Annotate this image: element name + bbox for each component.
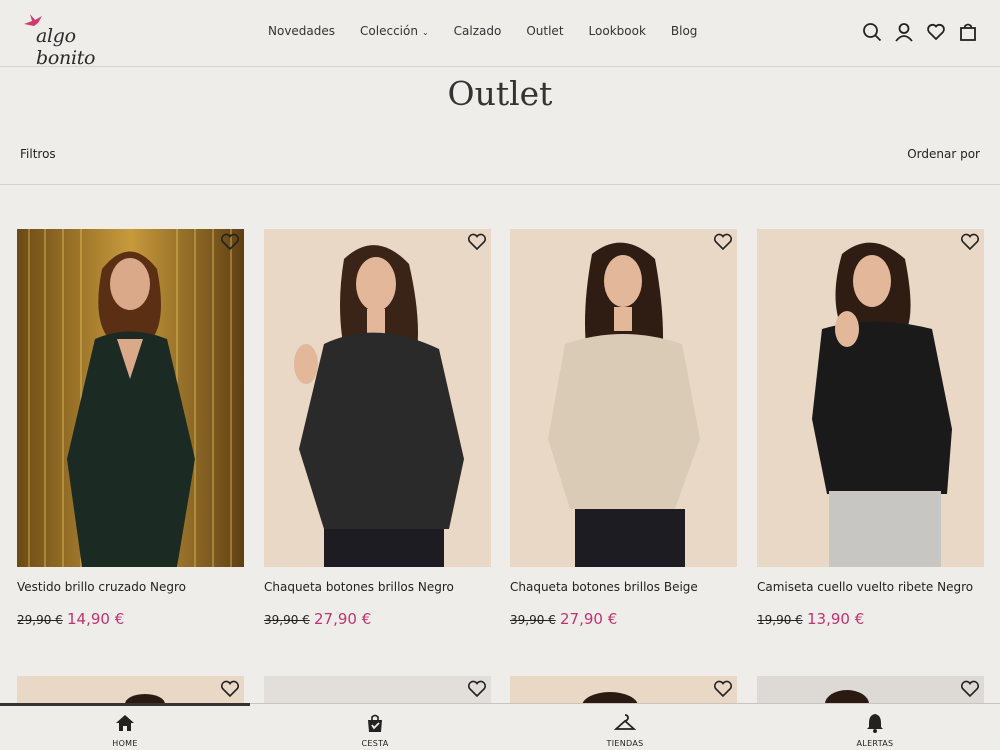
nav-item-lookbook[interactable]: Lookbook — [589, 24, 646, 38]
brand-name: algo bonito — [36, 25, 96, 69]
original-price: 29,90 € — [17, 613, 63, 627]
product-image[interactable] — [17, 229, 244, 567]
bottom-nav-home[interactable]: HOME — [65, 712, 185, 748]
product-card[interactable]: Chaqueta botones brillos Beige 39,90 € 2… — [510, 229, 737, 649]
original-price: 39,90 € — [510, 613, 556, 627]
wishlist-heart-icon[interactable] — [960, 233, 980, 251]
wishlist-heart-icon[interactable] — [467, 680, 487, 698]
heart-icon[interactable] — [926, 22, 946, 42]
home-icon — [116, 715, 134, 731]
product-image[interactable] — [757, 229, 984, 567]
site-header: algo bonito Novedades Colección ⌄ Calzado… — [0, 0, 1000, 69]
product-name[interactable]: Chaqueta botones brillos Beige — [510, 580, 698, 594]
page-title: Outlet — [447, 74, 553, 113]
bottom-nav-tiendas[interactable]: TIENDAS — [565, 712, 685, 748]
bottom-nav-label: ALERTAS — [856, 739, 894, 748]
sale-price: 13,90 € — [807, 610, 865, 628]
wishlist-heart-icon[interactable] — [960, 680, 980, 698]
sale-price: 14,90 € — [67, 610, 125, 628]
product-card[interactable]: Vestido brillo cruzado Negro 29,90 € 14,… — [17, 229, 244, 649]
bell-icon — [867, 714, 883, 733]
filters-button[interactable]: Filtros — [20, 147, 56, 161]
bottom-nav-label: HOME — [112, 739, 138, 748]
chevron-down-icon: ⌄ — [421, 28, 429, 37]
wishlist-heart-icon[interactable] — [713, 233, 733, 251]
bag-icon[interactable] — [958, 22, 978, 42]
product-name[interactable]: Chaqueta botones brillos Negro — [264, 580, 454, 594]
scroll-progress-bar — [0, 703, 250, 706]
header-icons — [862, 22, 978, 42]
product-image[interactable] — [510, 229, 737, 567]
main-nav: Novedades Colección ⌄ Calzado Outlet Look… — [268, 24, 722, 38]
bottom-nav-alertas[interactable]: ALERTAS — [815, 712, 935, 748]
bottom-nav-label: TIENDAS — [606, 739, 644, 748]
product-image[interactable] — [264, 229, 491, 567]
wishlist-heart-icon[interactable] — [467, 233, 487, 251]
bottom-nav-cesta[interactable]: CESTA — [315, 712, 435, 748]
wishlist-heart-icon[interactable] — [220, 233, 240, 251]
bottom-nav-label: CESTA — [361, 739, 389, 748]
wishlist-heart-icon[interactable] — [713, 680, 733, 698]
brand-logo[interactable]: algo bonito — [22, 12, 132, 69]
product-card[interactable]: Chaqueta botones brillos Negro 39,90 € 2… — [264, 229, 491, 649]
user-icon[interactable] — [894, 22, 914, 42]
shopping-bag-icon — [368, 714, 382, 732]
divider — [0, 184, 1000, 185]
nav-item-calzado[interactable]: Calzado — [454, 24, 502, 38]
nav-item-coleccion[interactable]: Colección ⌄ — [360, 24, 429, 38]
original-price: 39,90 € — [264, 613, 310, 627]
nav-item-novedades[interactable]: Novedades — [268, 24, 335, 38]
product-image[interactable] — [510, 676, 737, 706]
original-price: 19,90 € — [757, 613, 803, 627]
product-card[interactable]: Camiseta cuello vuelto ribete Negro 19,9… — [757, 229, 984, 649]
product-image[interactable] — [17, 676, 244, 706]
sale-price: 27,90 € — [560, 610, 618, 628]
product-image[interactable] — [264, 676, 491, 706]
nav-item-blog[interactable]: Blog — [671, 24, 698, 38]
nav-item-label: Colección — [360, 24, 418, 38]
product-image[interactable] — [757, 676, 984, 706]
nav-item-outlet[interactable]: Outlet — [526, 24, 563, 38]
hanger-icon — [614, 714, 636, 730]
sort-button[interactable]: Ordenar por — [907, 147, 980, 161]
product-name[interactable]: Camiseta cuello vuelto ribete Negro — [757, 580, 973, 594]
search-icon[interactable] — [862, 22, 882, 42]
wishlist-heart-icon[interactable] — [220, 680, 240, 698]
product-name[interactable]: Vestido brillo cruzado Negro — [17, 580, 186, 594]
sale-price: 27,90 € — [314, 610, 372, 628]
bottom-nav: HOME CESTA TIENDAS ALERTAS — [0, 703, 1000, 750]
